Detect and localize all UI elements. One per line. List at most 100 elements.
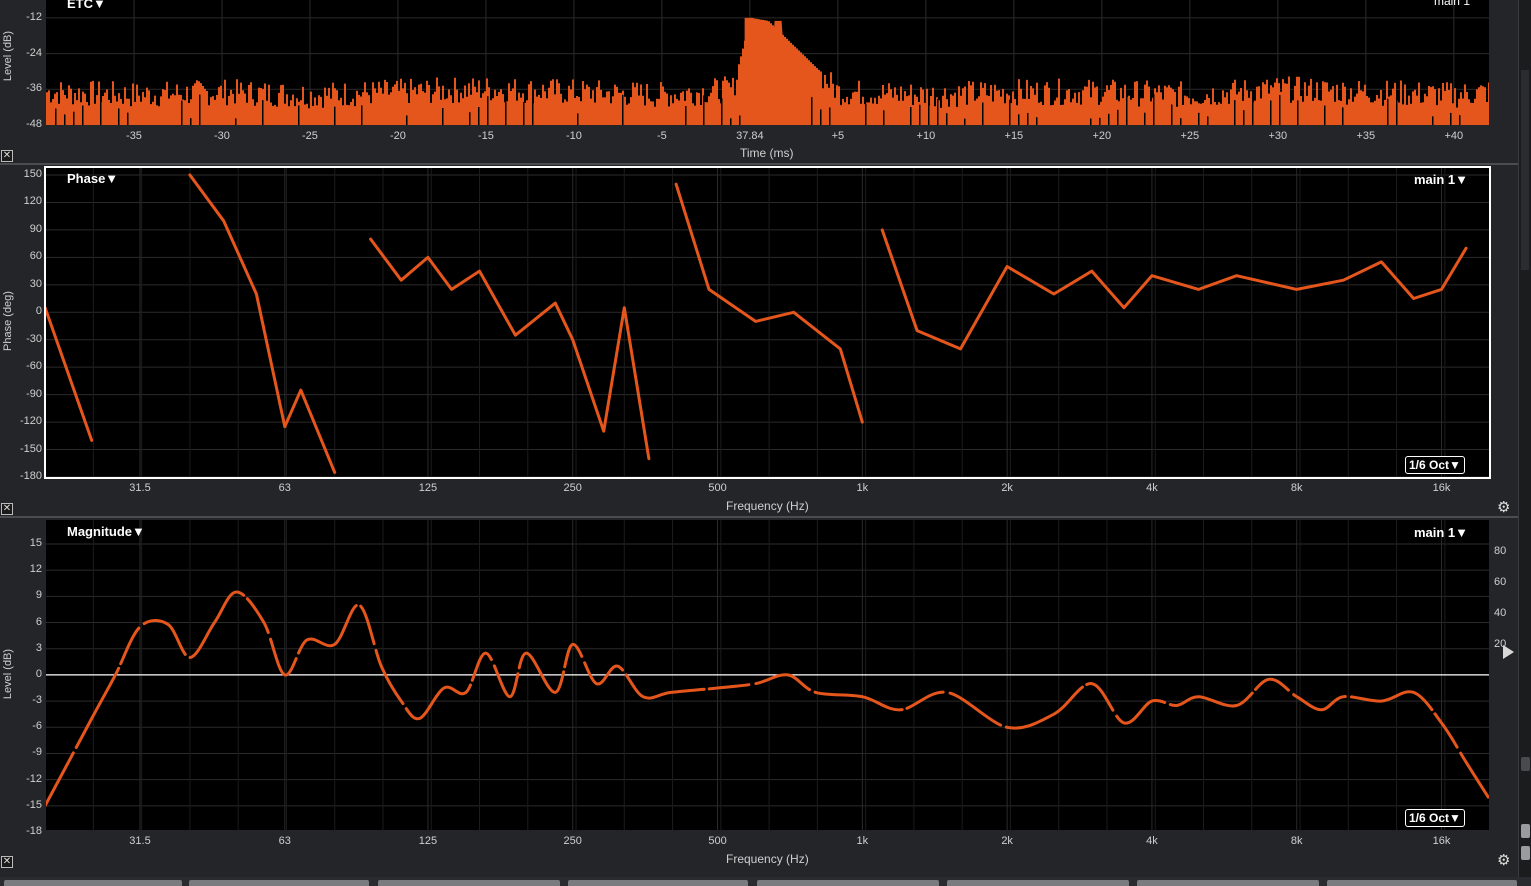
etc-x-tick-label: -35 (126, 130, 142, 142)
etc-dip (1270, 100, 1272, 125)
etc-x-tick-label: -10 (565, 130, 582, 142)
phase-y-tick-label: -120 (19, 415, 42, 428)
etc-dip (1009, 99, 1011, 125)
etc-dip (55, 108, 57, 125)
etc-dip (982, 102, 984, 125)
magnitude-x-axis-label: Frequency (Hz) (726, 852, 809, 866)
magnitude-channel-selector[interactable]: main 1▼ (1390, 525, 1468, 540)
etc-y-tick-label: -12 (26, 10, 42, 23)
etc-dip (523, 102, 525, 125)
etc-dip (685, 106, 687, 125)
magnitude-title[interactable]: Magnitude▼ (67, 524, 145, 539)
magnitude-y-tick-label: 0 (35, 667, 42, 680)
etc-dip (1387, 98, 1389, 125)
magnitude-y-tick-label: -18 (26, 825, 42, 837)
etc-dip (235, 118, 237, 125)
bottom-tab[interactable] (1137, 880, 1319, 886)
etc-dip (82, 105, 84, 125)
toolbar-button[interactable] (1521, 824, 1530, 838)
phase-gear-icon[interactable]: ⚙ (1497, 498, 1510, 516)
magnitude-close-icon[interactable]: ✕ (1, 856, 13, 868)
etc-dip (478, 107, 480, 125)
etc-dip (1153, 94, 1155, 125)
magnitude-panel: Magnitude▼ main 1▼ 1/6 Oct▼ Level (dB) 1… (0, 518, 1518, 877)
etc-dip (1396, 98, 1398, 125)
etc-dip (910, 107, 912, 125)
etc-x-tick-label: -15 (477, 130, 494, 142)
magnitude-smoothing-button[interactable]: 1/6 Oct▼ (1405, 809, 1465, 827)
magnitude-gear-icon[interactable]: ⚙ (1497, 851, 1510, 869)
magnitude-plot[interactable] (46, 520, 1489, 830)
phase-x-tick-label: 63 (278, 482, 291, 494)
etc-dip (1234, 100, 1236, 125)
magnitude-x-tick-label: 16k (1432, 835, 1451, 847)
phase-smoothing-button[interactable]: 1/6 Oct▼ (1405, 456, 1465, 474)
magnitude-chart (46, 520, 1489, 830)
etc-dip (865, 103, 867, 125)
magnitude-x-tick-label: 63 (278, 835, 291, 847)
phase-y-tick-label: -90 (26, 387, 42, 400)
toolbar-button[interactable] (1521, 846, 1530, 860)
bottom-tab[interactable] (757, 880, 939, 886)
bottom-tab[interactable] (378, 880, 560, 886)
phase-y-tick-label: 150 (23, 168, 42, 180)
phase-x-tick-label: 4k (1146, 482, 1158, 494)
phase-channel-selector[interactable]: main 1▼ (1390, 172, 1468, 187)
etc-x-tick-label: +5 (831, 130, 845, 142)
magnitude-y-tick-label: -12 (26, 772, 42, 785)
etc-plot[interactable] (46, 0, 1489, 125)
phase-plot[interactable] (44, 166, 1491, 479)
magnitude-x-tick-label: 250 (563, 835, 582, 847)
magnitude-x-tick-label: 4k (1146, 835, 1158, 847)
etc-x-tick-label: +10 (916, 130, 936, 142)
phase-y-tick-label: -150 (19, 442, 42, 455)
phase-y-tick-label: 0 (35, 305, 42, 318)
bottom-tab[interactable] (1327, 880, 1517, 886)
phase-trace-segment (188, 173, 337, 474)
etc-dip (1297, 100, 1299, 125)
etc-dip (703, 95, 705, 125)
toolbar-scroll-handle[interactable] (1521, 70, 1529, 270)
magnitude-right-y-tick-label: 60 (1494, 576, 1507, 588)
phase-x-tick-label: 16k (1432, 482, 1451, 494)
phase-trace-segment (369, 237, 651, 461)
etc-x-tick-label: +15 (1004, 130, 1024, 142)
magnitude-scale-handle-icon[interactable] (1503, 645, 1514, 659)
bottom-tab[interactable] (947, 880, 1129, 886)
etc-dip (442, 107, 444, 125)
etc-dip (946, 113, 948, 125)
etc-dip (1180, 118, 1182, 125)
phase-y-tick-label: -60 (26, 360, 42, 373)
phase-x-tick-label: 250 (563, 482, 582, 494)
phase-x-tick-label: 8k (1290, 482, 1303, 494)
etc-dip (730, 118, 732, 125)
etc-dip (334, 106, 336, 125)
etc-close-icon[interactable]: ✕ (1, 150, 13, 162)
etc-x-tick-label: 37.84 (736, 130, 764, 142)
etc-dip (1018, 114, 1020, 125)
magnitude-y-tick-label: -3 (32, 694, 42, 707)
phase-x-axis-label: Frequency (Hz) (726, 499, 809, 513)
magnitude-right-y-tick-label: 40 (1494, 607, 1507, 619)
etc-dip (721, 98, 723, 125)
etc-dip (118, 108, 120, 125)
bottom-tab[interactable] (4, 880, 182, 886)
etc-dip (1198, 112, 1200, 125)
toolbar-button[interactable] (1521, 757, 1530, 771)
magnitude-y-tick-label: 3 (35, 641, 42, 654)
phase-title[interactable]: Phase▼ (67, 171, 118, 186)
etc-title[interactable]: ETC▼ (67, 0, 106, 11)
etc-dip (1450, 112, 1452, 125)
bottom-tab[interactable] (568, 880, 748, 886)
etc-channel-label[interactable]: main 1 (1400, 0, 1470, 8)
etc-dip (622, 94, 624, 125)
etc-dip (1342, 107, 1344, 125)
etc-x-axis-label: Time (ms) (740, 146, 794, 160)
magnitude-x-tick-label: 2k (1001, 835, 1013, 847)
etc-x-tick-label: +30 (1268, 130, 1288, 142)
etc-dip (361, 105, 363, 125)
bottom-tab[interactable] (189, 880, 369, 886)
phase-close-icon[interactable]: ✕ (1, 503, 13, 515)
phase-y-tick-label: 90 (29, 222, 42, 235)
etc-dip (298, 105, 300, 125)
